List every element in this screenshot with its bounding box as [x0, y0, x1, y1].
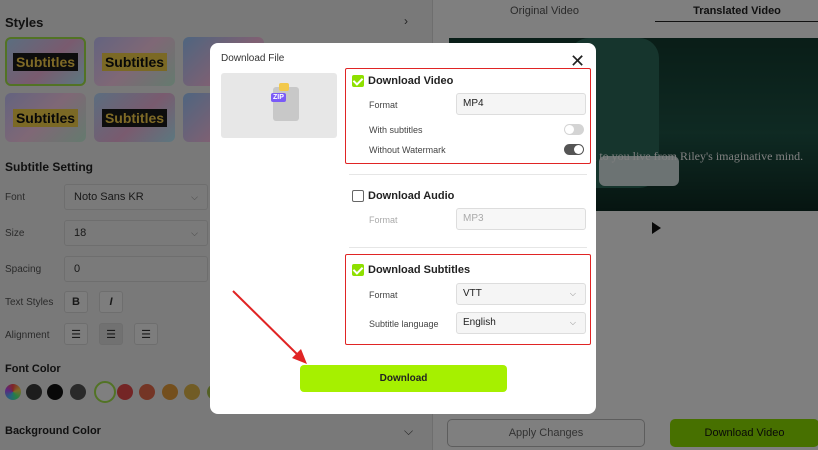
without-watermark-toggle[interactable] — [564, 144, 584, 155]
without-watermark-label: Without Watermark — [369, 145, 446, 155]
download-file-dialog: Download File ✕ ZIP Download Video Forma… — [210, 43, 596, 414]
subtitles-format-select[interactable]: VTT ⌵ — [456, 283, 586, 305]
download-button[interactable]: Download — [300, 365, 507, 392]
zip-file-icon: ZIP — [271, 83, 299, 121]
audio-format-label: Format — [369, 215, 398, 225]
zip-flap — [279, 83, 289, 91]
subtitles-format-label: Format — [369, 290, 398, 300]
download-subtitles-label: Download Subtitles — [368, 264, 471, 276]
chevron-down-icon: ⌵ — [569, 318, 576, 327]
download-audio-label: Download Audio — [368, 190, 455, 202]
zip-tag: ZIP — [271, 93, 286, 102]
with-subtitles-label: With subtitles — [369, 125, 423, 135]
video-format-value: MP4 — [463, 98, 484, 109]
subtitle-language-select[interactable]: English ⌵ — [456, 312, 586, 334]
download-video-checkbox[interactable] — [352, 75, 364, 87]
download-video-label: Download Video — [368, 75, 454, 87]
audio-format-field[interactable]: MP3 — [456, 208, 586, 230]
divider — [349, 174, 587, 175]
subtitles-format-value: VTT — [463, 288, 482, 299]
subtitle-language-label: Subtitle language — [369, 319, 439, 329]
with-subtitles-toggle[interactable] — [564, 124, 584, 135]
divider — [349, 247, 587, 248]
zip-preview: ZIP — [221, 73, 337, 138]
chevron-down-icon: ⌵ — [569, 289, 576, 298]
dialog-title: Download File — [221, 53, 285, 64]
subtitle-language-value: English — [463, 317, 496, 328]
video-format-label: Format — [369, 100, 398, 110]
download-audio-checkbox[interactable] — [352, 190, 364, 202]
download-subtitles-checkbox[interactable] — [352, 264, 364, 276]
video-format-field[interactable]: MP4 — [456, 93, 586, 115]
audio-format-value: MP3 — [463, 213, 484, 224]
close-icon[interactable]: ✕ — [570, 52, 585, 70]
